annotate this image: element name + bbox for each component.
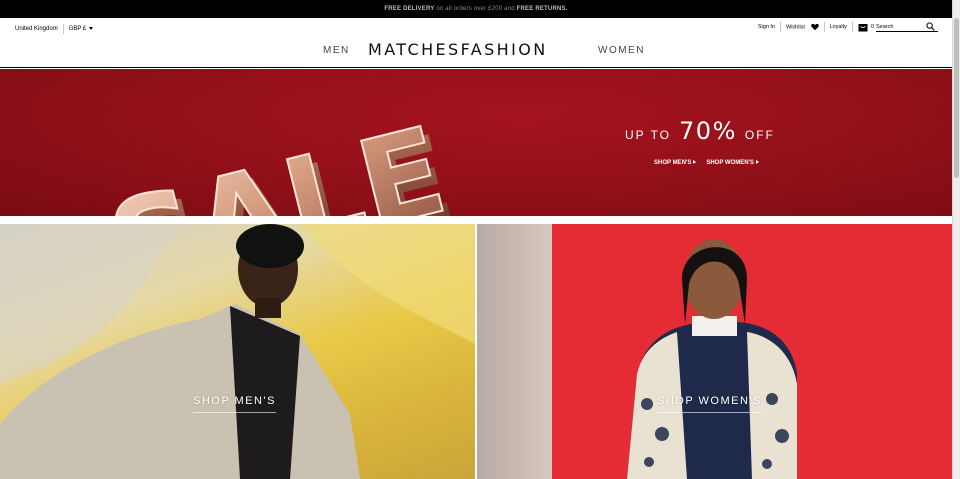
up-to-text: UP TO bbox=[625, 128, 672, 142]
promo-bar: FREE DELIVERY on all orders over £200 an… bbox=[0, 0, 952, 18]
currency-selector[interactable]: GBP £ bbox=[69, 26, 94, 32]
wishlist-label: Wishlist bbox=[786, 24, 805, 31]
shop-womens-label: SHOP WOMEN'S bbox=[657, 395, 762, 413]
sale-word: SALE bbox=[97, 102, 458, 216]
search-icon[interactable] bbox=[926, 22, 935, 31]
bag-link[interactable]: 0 bbox=[858, 23, 874, 32]
shop-mens-tile[interactable]: SHOP MEN'S bbox=[0, 224, 475, 479]
shop-mens-text: SHOP MEN'S bbox=[193, 395, 276, 407]
womens-model-image bbox=[627, 239, 797, 479]
scrollbar-thumb[interactable] bbox=[954, 18, 959, 178]
currency-label: GBP £ bbox=[68, 26, 87, 32]
sign-in-link[interactable]: Sign In bbox=[758, 24, 775, 30]
search-input[interactable] bbox=[876, 23, 926, 30]
country-selector[interactable]: United Kingdom bbox=[15, 26, 58, 32]
hero-shop-womens-link[interactable]: SHOP WOMEN'S bbox=[706, 160, 759, 166]
heart-icon bbox=[810, 23, 819, 31]
divider bbox=[780, 22, 782, 32]
shop-womens-text: SHOP WOMEN'S bbox=[657, 395, 762, 407]
hero-shop-mens-label: SHOP MEN'S bbox=[654, 160, 692, 166]
bag-count: 0 bbox=[870, 24, 874, 30]
sale-3d-letters-image: SALE SALE bbox=[96, 101, 467, 216]
divider bbox=[62, 24, 64, 34]
shop-womens-tile[interactable]: SHOP WOMEN'S bbox=[477, 224, 952, 479]
sale-hero-banner[interactable]: SALE SALE UP TO 70% OFF SHOP MEN'S SHOP … bbox=[0, 69, 952, 216]
play-arrow-icon bbox=[693, 160, 697, 165]
divider bbox=[823, 22, 825, 32]
page-scrollbar[interactable] bbox=[952, 0, 960, 479]
promo-middle-text: on all orders over £200 and bbox=[434, 6, 517, 12]
off-text: OFF bbox=[744, 128, 775, 142]
play-arrow-icon bbox=[755, 160, 759, 165]
chevron-down-icon bbox=[89, 26, 94, 30]
loyalty-link[interactable]: Loyalty bbox=[830, 24, 847, 30]
free-returns-text: FREE RETURNS. bbox=[516, 6, 568, 12]
underline-divider bbox=[193, 412, 276, 413]
nav-men-link[interactable]: MEN bbox=[323, 45, 350, 56]
search-field bbox=[876, 22, 938, 32]
shop-mens-label: SHOP MEN'S bbox=[193, 395, 276, 413]
shopping-bag-icon bbox=[858, 23, 868, 31]
wishlist-link[interactable]: Wishlist bbox=[786, 23, 819, 31]
nav-women-link[interactable]: WOMEN bbox=[598, 45, 645, 56]
locale-selector: United Kingdom GBP £ bbox=[15, 24, 94, 34]
sale-offer: UP TO 70% OFF bbox=[625, 117, 775, 145]
hero-links: SHOP MEN'S SHOP WOMEN'S bbox=[654, 160, 759, 166]
mens-model-image bbox=[0, 224, 475, 479]
divider bbox=[851, 22, 853, 32]
account-utilities: Sign In Wishlist Loyalty 0 bbox=[758, 22, 938, 32]
free-delivery-text: FREE DELIVERY bbox=[384, 6, 435, 12]
hero-shop-mens-link[interactable]: SHOP MEN'S bbox=[654, 160, 697, 166]
discount-percent: 70% bbox=[679, 117, 737, 145]
hero-shop-womens-label: SHOP WOMEN'S bbox=[706, 160, 754, 166]
site-header: United Kingdom GBP £ Sign In Wishlist Lo… bbox=[0, 18, 952, 68]
underline-divider bbox=[657, 412, 762, 413]
site-logo[interactable]: MATCHESFASHION bbox=[368, 40, 548, 59]
